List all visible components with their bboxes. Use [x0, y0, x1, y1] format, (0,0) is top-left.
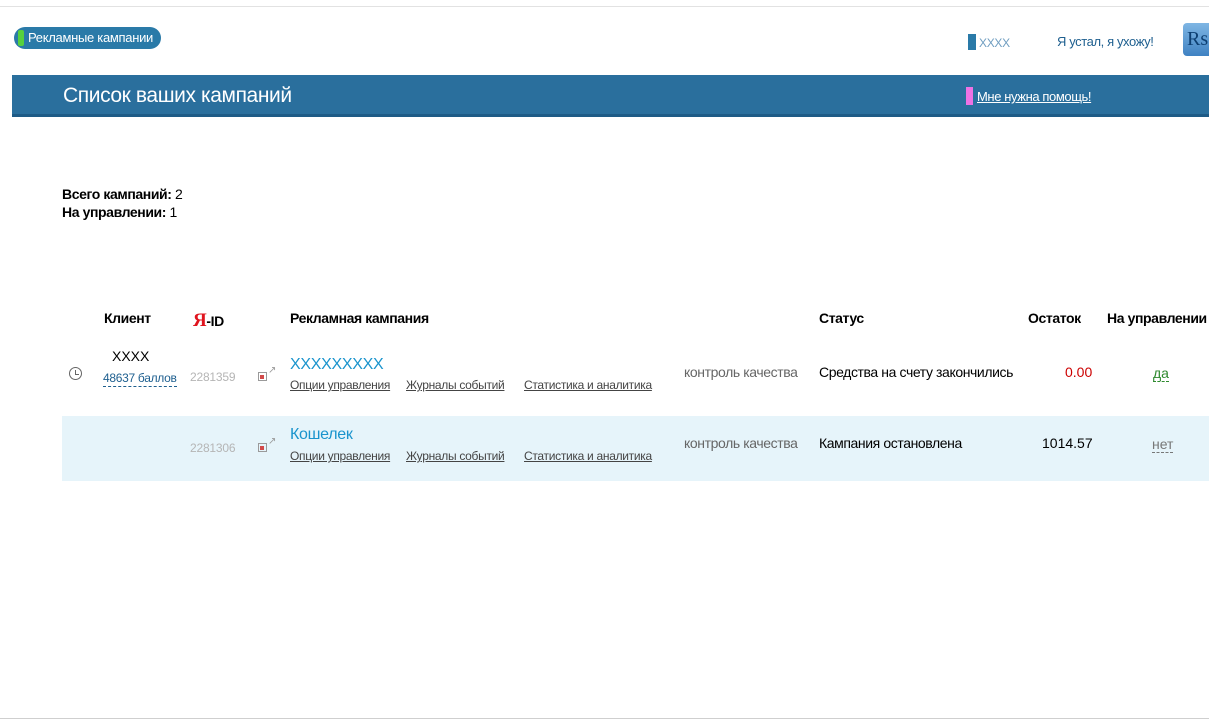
external-arrow-icon: ↗: [268, 436, 277, 447]
clock-icon[interactable]: [69, 367, 82, 380]
campaign-name-link[interactable]: XXXXXXXXX: [290, 356, 384, 374]
status-text: Средства на счету закончились: [819, 364, 1014, 380]
balance-value: 1014.57: [1042, 435, 1093, 451]
stats-link[interactable]: Статистика и аналитика: [524, 449, 652, 463]
column-header-ya-id: Я-ID: [193, 310, 224, 332]
column-header-client: Клиент: [104, 310, 151, 326]
user-name[interactable]: XXXX: [979, 36, 1010, 50]
campaign-name-link[interactable]: Кошелек: [290, 426, 353, 444]
column-header-ya-id-label: -ID: [206, 313, 224, 329]
ya-id: 2281306: [190, 441, 236, 455]
logs-link[interactable]: Журналы событий: [406, 378, 505, 392]
logs-link[interactable]: Журналы событий: [406, 449, 505, 463]
managed-toggle[interactable]: да: [1153, 365, 1169, 382]
managed-toggle[interactable]: нет: [1152, 436, 1174, 453]
summary-managed-label: На управлении:: [62, 204, 167, 220]
summary-total-label: Всего кампаний:: [62, 186, 172, 202]
column-header-status: Статус: [819, 310, 864, 326]
yandex-logo: Я: [193, 310, 207, 331]
app-logo: Rs: [1183, 23, 1209, 56]
logout-link[interactable]: Я устал, я ухожу!: [1057, 34, 1154, 49]
section-tab-label: Рекламные кампании: [28, 30, 153, 45]
header-band: Список ваших кампаний Мне нужна помощь!: [12, 75, 1209, 117]
balance-value: 0.00: [1065, 364, 1093, 380]
status-text: Кампания остановлена: [819, 435, 962, 451]
external-link-icon[interactable]: [258, 443, 267, 452]
page-frame: Рекламные кампании XXXX Я устал, я ухожу…: [0, 6, 1209, 719]
top-bar: Рекламные кампании XXXX Я устал, я ухожу…: [0, 7, 1209, 69]
ya-id: 2281359: [190, 370, 236, 384]
client-points[interactable]: 48637 баллов: [103, 371, 177, 387]
stats-link[interactable]: Статистика и аналитика: [524, 378, 652, 392]
options-link[interactable]: Опции управления: [290, 449, 390, 463]
summary-managed: На управлении: 1: [62, 203, 182, 221]
client-name: XXXX: [112, 348, 150, 364]
column-header-managed: На управлении: [1107, 310, 1207, 326]
table-row: 2281306 ↗ Кошелек Опции управления Журна…: [62, 416, 1209, 481]
quality-control-link[interactable]: контроль качества: [684, 364, 798, 380]
help-link[interactable]: Мне нужна помощь!: [977, 89, 1092, 104]
quality-control-link[interactable]: контроль качества: [684, 435, 798, 451]
summary-total: Всего кампаний: 2: [62, 185, 183, 203]
external-link-icon[interactable]: [258, 372, 267, 381]
tab-marker: [18, 30, 24, 46]
page-title: Список ваших кампаний: [63, 84, 292, 107]
campaign-summary: Всего кампаний: 2 На управлении: 1: [62, 185, 183, 221]
help-marker: [966, 87, 973, 105]
summary-managed-value: 1: [169, 204, 178, 220]
column-header-balance: Остаток: [1028, 310, 1081, 326]
summary-total-value: 2: [175, 186, 183, 202]
user-marker: [968, 34, 976, 50]
table-row: XXXX 48637 баллов 2281359 ↗ XXXXXXXXX Оп…: [62, 346, 1209, 410]
options-link[interactable]: Опции управления: [290, 378, 390, 392]
column-header-campaign: Рекламная кампания: [290, 310, 429, 326]
external-arrow-icon: ↗: [268, 365, 277, 376]
section-tab-campaigns[interactable]: Рекламные кампании: [14, 27, 161, 49]
